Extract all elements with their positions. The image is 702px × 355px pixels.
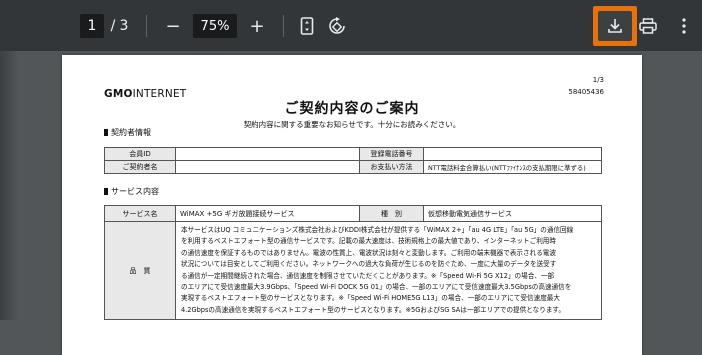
service-name-label: サービス名: [104, 205, 176, 222]
toolbar-divider: [146, 15, 147, 37]
contractor-name-value: [175, 160, 360, 174]
toolbar-divider: [283, 15, 284, 37]
quality-line: 実現するベストエフォート型のサービスとなります。※「Speed Wi-Fi HO…: [181, 294, 560, 303]
service-info-table: サービス名 WiMAX +5G ギガ放題接続サービス 種 別 仮想移動電気通信サ…: [104, 205, 602, 321]
document-number: 58405436: [568, 88, 604, 96]
zoom-out-button[interactable]: −: [160, 14, 186, 38]
total-pages: 3: [119, 18, 129, 34]
sidebar-shadow: [0, 51, 18, 320]
more-vert-icon: [682, 18, 686, 34]
pdf-page: GMOINTERNET 1/3 58405436 ご契約内容のご案内 契約内容に…: [62, 55, 642, 355]
quality-line: の通信速度を保証するものではありません。電波の性質上、電波状況は刻々と変動します…: [181, 248, 556, 257]
type-value: 仮想移動電気通信サービス: [423, 205, 602, 222]
quality-description: 本サービスはUQ コミュニケーションズ株式会社およびKDDI株式会社が提供する「…: [175, 220, 602, 321]
download-icon: [608, 19, 622, 33]
service-name-value: WiMAX +5G ギガ放題接続サービス: [175, 205, 360, 222]
quality-label: 品 質: [104, 220, 176, 321]
phone-label: 登録電話番号: [359, 147, 424, 161]
print-icon: [639, 18, 657, 34]
print-button[interactable]: [633, 12, 663, 40]
contract-info-table: 会員ID 登録電話番号 ご契約者名 お支払い方法 NTT電話料金合算払い(NTT…: [104, 147, 602, 174]
fit-to-page-icon: [300, 17, 314, 35]
quality-line: 本サービスはUQ コミュニケーションズ株式会社およびKDDI株式会社が提供する「…: [181, 226, 574, 234]
payment-method-value: NTT電話料金合算払い(NTTﾌｧｲﾅﾝｽの支払期限に準ずる): [423, 160, 602, 174]
quality-line: 状況については目安としてご利用ください。ネットワークへの過大な負荷が生じるのを防…: [181, 260, 557, 269]
payment-method-label: お支払い方法: [359, 160, 424, 174]
section-heading-contract: 契約者情報: [104, 127, 151, 138]
member-id-label: 会員ID: [104, 147, 176, 161]
rotate-icon: [329, 17, 345, 34]
section-heading-service: サービス内容: [104, 186, 159, 197]
quality-line: を利用するベストエフォート型の通信サービスです。記載の最大速度は、技術規格上の最…: [181, 237, 556, 246]
quality-line: のエリアにて受信速度最大3.9Gbps、「Speed Wi-Fi DOCK 5G…: [181, 283, 572, 292]
rotate-button[interactable]: [322, 12, 352, 40]
download-button[interactable]: [593, 6, 637, 46]
member-id-value: [175, 147, 360, 161]
page-indicator: 1/3: [592, 76, 604, 84]
quality-line: 4.2Gbpsの高速通信を実現するベストエフォート型のサービスとなります。※5G…: [181, 305, 565, 314]
document-title: ご契約内容のご案内: [284, 101, 420, 117]
download-button-inner[interactable]: [598, 11, 632, 41]
zoom-in-button[interactable]: +: [244, 14, 270, 38]
pdf-toolbar: 1 / 3 − 75% +: [0, 0, 702, 51]
more-options-button[interactable]: [670, 12, 698, 40]
current-page-input[interactable]: 1: [80, 14, 104, 38]
quality-line: る通信が一定期間継続された場合、通信速度を制限させていただくことがあります。※「…: [181, 271, 555, 280]
zoom-level-input[interactable]: 75%: [193, 14, 237, 38]
type-label: 種 別: [359, 205, 424, 222]
fit-to-page-button[interactable]: [292, 12, 322, 40]
phone-value: [423, 147, 602, 161]
contractor-name-label: ご契約者名: [104, 160, 176, 174]
